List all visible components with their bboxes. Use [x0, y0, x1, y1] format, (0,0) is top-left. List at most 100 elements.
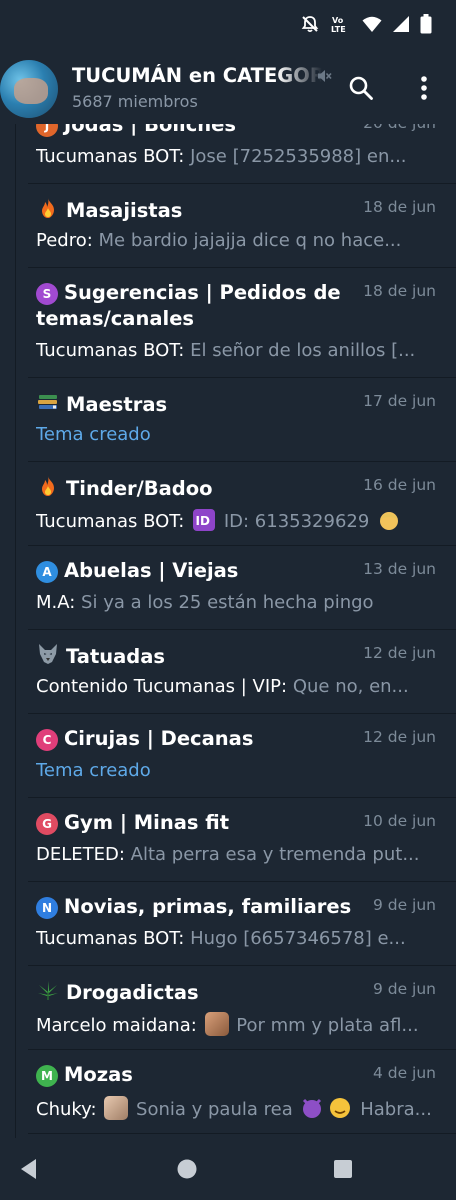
topic-row[interactable]: Tinder/Badoo 16 de jun Tucumanas BOT: ID I… — [16, 462, 456, 546]
topic-row[interactable]: Masajistas 18 de jun Pedro: Me bardio jaja… — [16, 184, 456, 268]
topic-date: 20 de jun — [363, 124, 436, 132]
last-message-preview: Tema creado — [36, 424, 436, 445]
topic-name: Drogadictas — [36, 978, 356, 1006]
message-text: ID: 6135329629 — [223, 511, 370, 532]
topic-row[interactable]: N Novias, primas, familiares 9 de jun Tucum… — [16, 882, 456, 966]
last-message-preview: Tucumanas BOT: Jose [7252535988] en... — [36, 146, 436, 167]
letter-badge-icon: M — [36, 1065, 58, 1087]
topic-date: 13 de jun — [363, 560, 436, 578]
fire-icon — [42, 476, 54, 496]
topic-name: C Cirujas | Decanas — [36, 726, 356, 752]
message-sender: Tucumanas BOT: — [36, 511, 191, 532]
last-message-preview: Tucumanas BOT: Hugo [6657346578] e... — [36, 928, 436, 949]
topic-name: G Gym | Minas fit — [36, 810, 356, 836]
message-sender: Pedro: — [36, 230, 99, 251]
topic-name-text: Tatuadas — [66, 645, 166, 668]
topic-name-text: Drogadictas — [66, 981, 199, 1004]
message-sender: Tucumanas BOT: — [36, 340, 191, 361]
topic-name-text: Mozas — [64, 1063, 133, 1086]
muted-speaker-icon — [318, 70, 332, 82]
letter-badge-icon: G — [36, 813, 58, 835]
message-sender: Tucumanas BOT: — [36, 146, 191, 167]
letter-badge-icon: N — [36, 897, 58, 919]
person-emoji-icon — [380, 512, 399, 530]
topic-row[interactable]: S Sugerencias | Pedidos de temas/canales 1… — [16, 268, 456, 378]
devil-emoji-icon — [303, 1098, 322, 1118]
last-message-preview: Tucumanas BOT: ID ID: 6135329629 — [36, 508, 436, 532]
message-text: Me bardio jajajja dice q no hace... — [98, 230, 402, 251]
recents-square-icon[interactable] — [330, 1156, 356, 1182]
books-icon — [38, 395, 57, 409]
message-sender: Tucumanas BOT: — [36, 928, 191, 949]
topic-row[interactable]: Drogadictas 9 de jun Marcelo maidana: Por … — [16, 966, 456, 1050]
status-bar: Vo LTE — [0, 0, 456, 52]
topic-date: 12 de jun — [363, 644, 436, 662]
topic-row[interactable]: G Gym | Minas fit 10 de jun DELETED: Alta p… — [16, 798, 456, 882]
topic-row[interactable]: A Abuelas | Viejas 13 de jun M.A: Si ya a l… — [16, 546, 456, 630]
svg-text:Vo: Vo — [332, 16, 344, 25]
message-text: Que no, en... — [292, 676, 409, 697]
message-sender: Contenido Tucumanas | VIP: — [36, 676, 293, 697]
topic-name: N Novias, primas, familiares — [36, 894, 356, 920]
wink-emoji-icon — [330, 1098, 351, 1118]
topic-name: J Jodas | Boliches — [36, 124, 356, 138]
topic-name-text: Sugerencias | Pedidos de temas/canales — [36, 281, 341, 330]
topic-date: 17 de jun — [363, 392, 436, 410]
topic-date: 18 de jun — [363, 198, 436, 216]
topic-name: Tatuadas — [36, 642, 356, 670]
topic-name: A Abuelas | Viejas — [36, 558, 356, 584]
svg-text:LTE: LTE — [331, 25, 346, 34]
search-button[interactable] — [343, 70, 379, 106]
herb-leaf-icon — [38, 981, 58, 1000]
topic-name-text: Novias, primas, familiares — [64, 895, 352, 918]
message-text: Jose [7252535988] en... — [190, 146, 407, 167]
wifi-icon — [362, 16, 382, 32]
last-message-preview: Pedro: Me bardio jajajja dice q no hace.… — [36, 230, 436, 251]
topic-created-label: Tema creado — [36, 424, 151, 445]
topic-row[interactable]: Maestras 17 de jun Tema creado — [16, 378, 456, 462]
topic-date: 9 de jun — [372, 980, 436, 998]
more-options-button[interactable] — [406, 70, 442, 106]
cell-signal-icon — [393, 16, 409, 32]
topic-created-label: Tema creado — [36, 760, 151, 781]
last-message-preview: Chuky: Sonia y paula rea Habra... — [36, 1096, 436, 1120]
topic-date: 18 de jun — [363, 282, 436, 300]
topic-row[interactable]: M Mozas 4 de jun Chuky: Sonia y paula rea H… — [16, 1050, 456, 1134]
member-count: 5687 miembros — [72, 92, 198, 111]
id-emoji-icon: ID — [193, 509, 216, 531]
topic-row[interactable]: C Cirujas | Decanas 12 de jun Tema creado — [16, 714, 456, 798]
topic-name-text: Maestras — [66, 393, 168, 416]
chat-header[interactable]: TUCUMÁN en CATEGORÍAS 5687 miembros — [0, 52, 456, 124]
topic-name: Masajistas — [36, 196, 356, 224]
last-message-preview: Tema creado — [36, 760, 436, 781]
topic-name: Maestras — [36, 390, 356, 418]
message-text: El señor de los anillos [... — [190, 340, 416, 361]
system-nav-bar — [0, 1138, 456, 1200]
more-vertical-icon — [421, 76, 427, 100]
mute-bell-icon — [301, 16, 319, 33]
back-triangle-icon[interactable] — [16, 1156, 42, 1182]
message-sender: Marcelo maidana: — [36, 1015, 203, 1036]
home-circle-icon[interactable] — [174, 1156, 200, 1182]
topic-name-text: Gym | Minas fit — [64, 811, 230, 834]
left-edge-strip — [0, 124, 16, 1138]
group-avatar[interactable] — [0, 60, 58, 118]
fire-icon — [42, 198, 54, 218]
message-text: Si ya a los 25 están hecha pingo — [81, 592, 374, 613]
topic-name: S Sugerencias | Pedidos de temas/canales — [36, 280, 356, 332]
message-sender: Chuky: — [36, 1099, 103, 1120]
message-sender: DELETED: — [36, 844, 131, 865]
photo-thumbnail — [204, 1012, 229, 1036]
group-title[interactable]: TUCUMÁN en CATEGORÍAS — [72, 64, 322, 87]
topic-date: 10 de jun — [363, 812, 436, 830]
topic-name-text: Masajistas — [66, 199, 183, 222]
topic-list[interactable]: J Jodas | Boliches 20 de jun Tucumanas BOT:… — [16, 124, 456, 1138]
message-text: Sonia y paula rea — [136, 1099, 293, 1120]
topic-row[interactable]: J Jodas | Boliches 20 de jun Tucumanas BOT:… — [16, 124, 456, 184]
last-message-preview: DELETED: Alta perra esa y tremenda put..… — [36, 844, 436, 865]
letter-badge-icon: S — [36, 283, 58, 305]
row-divider — [28, 1133, 456, 1134]
message-sender: M.A: — [36, 592, 82, 613]
topic-row[interactable]: Tatuadas 12 de jun Contenido Tucumanas | V… — [16, 630, 456, 714]
last-message-preview: Tucumanas BOT: El señor de los anillos [… — [36, 340, 436, 361]
